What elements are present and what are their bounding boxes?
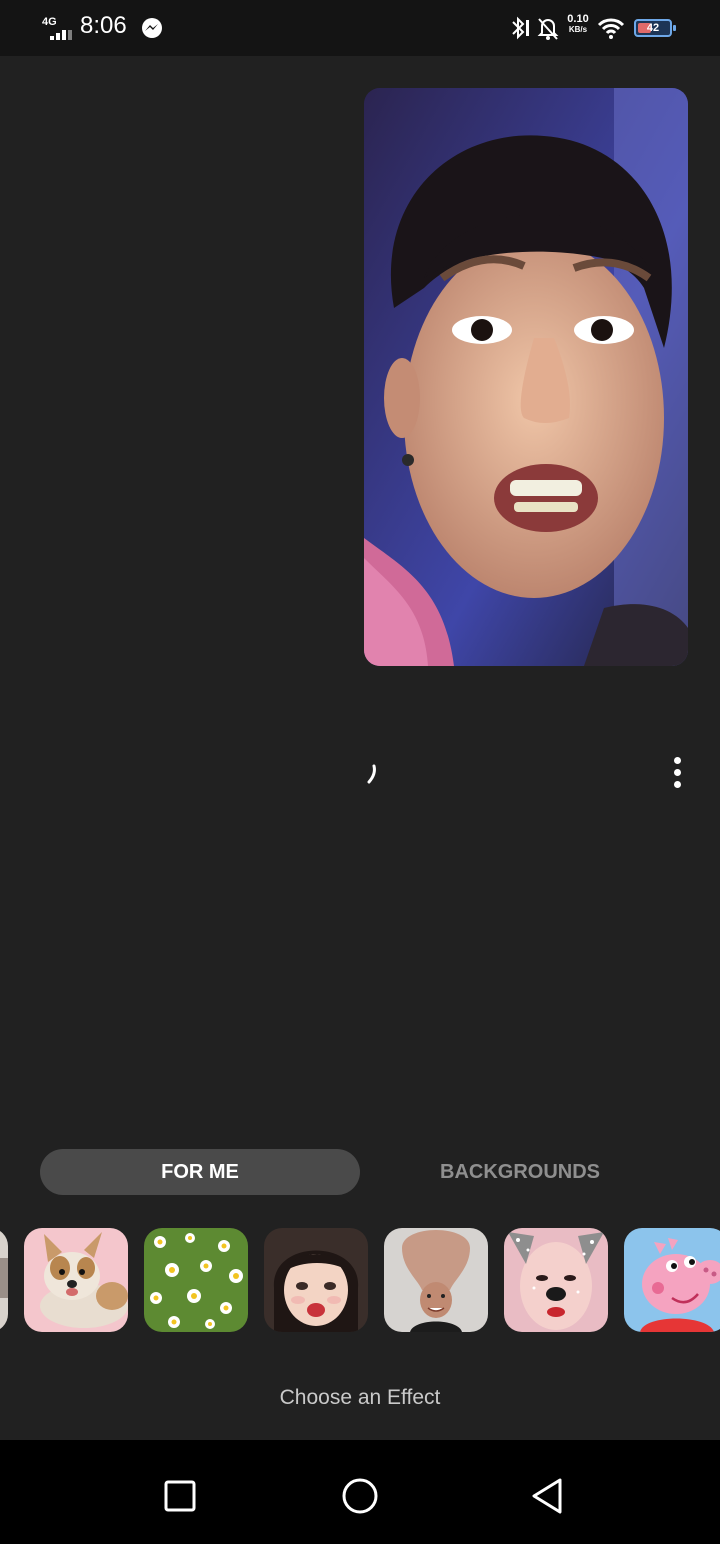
effect-dog[interactable] (24, 1228, 128, 1332)
back-triangle-icon (532, 1478, 562, 1514)
messenger-icon (141, 17, 163, 39)
effect-flower-field[interactable] (144, 1228, 248, 1332)
status-bar: 4G 8:06 0.10 KB/s 42 (0, 0, 720, 56)
network-type-label: 4G (42, 16, 57, 28)
circle-icon (342, 1478, 378, 1514)
effect-partial[interactable] (0, 1228, 8, 1332)
wifi-icon (597, 14, 625, 42)
self-camera-view[interactable] (364, 88, 688, 666)
bluetooth-icon (508, 14, 532, 42)
effect-big-head[interactable] (384, 1228, 488, 1332)
effects-tab-bar: FOR ME BACKGROUNDS (0, 1148, 720, 1196)
network-speed-value: 0.10 (567, 13, 589, 25)
effect-sparkle-dog[interactable] (504, 1228, 608, 1332)
more-options-button[interactable] (662, 752, 694, 792)
system-nav-bar (0, 1440, 720, 1544)
recents-button[interactable] (160, 1476, 200, 1516)
effects-carousel[interactable] (0, 1228, 720, 1332)
network-speed-unit: KB/s (568, 25, 588, 34)
tab-backgrounds[interactable]: BACKGROUNDS (360, 1149, 680, 1195)
notifications-muted-icon (536, 14, 560, 42)
spinner-icon (360, 756, 384, 788)
signal-icon: 4G (42, 16, 76, 42)
tab-for-me[interactable]: FOR ME (40, 1149, 360, 1195)
square-icon (164, 1480, 196, 1512)
back-button[interactable] (528, 1476, 568, 1516)
home-button[interactable] (340, 1476, 380, 1516)
clock: 8:06 (80, 12, 127, 39)
battery-icon: 42 (634, 19, 676, 37)
network-speed: 0.10 KB/s (563, 13, 593, 35)
effect-peppa-pig[interactable] (624, 1228, 720, 1332)
choose-effect-label: Choose an Effect (279, 1386, 441, 1409)
effect-doll-face[interactable] (264, 1228, 368, 1332)
battery-level: 42 (646, 22, 660, 34)
